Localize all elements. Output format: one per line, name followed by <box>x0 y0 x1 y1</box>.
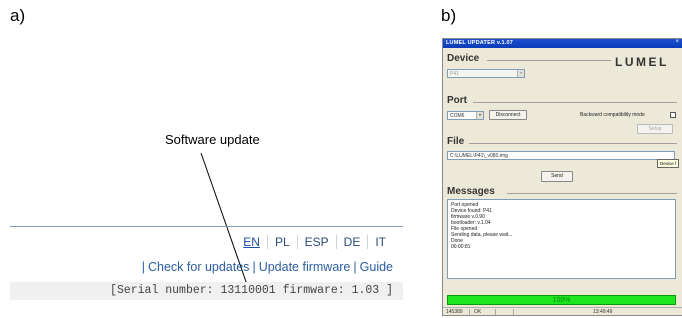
messages-log: Port opened Device found: P41 firmware v… <box>447 199 676 279</box>
port-heading: Port <box>447 95 467 106</box>
lang-en-link[interactable]: EN <box>236 235 267 249</box>
progress-label: 100% <box>552 297 571 304</box>
port-select[interactable]: COM6 ▾ <box>447 111 484 120</box>
check-updates-link[interactable]: Check for updates <box>148 260 249 274</box>
messages-heading: Messages <box>447 186 495 197</box>
panel-a-label: a) <box>10 6 26 25</box>
update-firmware-link[interactable]: Update firmware <box>259 260 351 274</box>
log-line: 00:00:81 <box>451 244 471 250</box>
progress-bar: 100% <box>447 295 676 305</box>
close-icon[interactable]: × <box>675 39 679 45</box>
serial-info-bar: [Serial number: 13110001 firmware: 1.03 … <box>10 282 403 300</box>
lang-de-link[interactable]: DE <box>335 235 368 249</box>
send-button[interactable]: Send <box>541 171 573 182</box>
status-divider <box>495 309 496 315</box>
status-time: 13:49:49 <box>593 309 613 315</box>
software-update-callout: Software update <box>165 132 260 147</box>
status-divider <box>513 309 514 315</box>
chevron-down-icon: ▾ <box>476 112 483 119</box>
header-divider <box>10 226 403 227</box>
status-bar: 145389 OK 13:49:49 <box>443 307 682 315</box>
file-path-input[interactable]: C:\LUMEL\P41\_v080.img <box>447 151 675 160</box>
status-ok: OK <box>474 309 482 315</box>
lumel-logo: LUMEL <box>615 55 669 69</box>
website-header-crop: EN PL ESP DE IT | Check for updates | Updat… <box>10 226 403 318</box>
language-selector: EN PL ESP DE IT <box>236 235 393 249</box>
chevron-down-icon: ▾ <box>517 70 524 77</box>
file-heading: File <box>447 136 465 147</box>
lang-esp-link[interactable]: ESP <box>296 235 336 249</box>
device-tooltip: Device f <box>657 159 680 168</box>
status-serial: 145389 <box>446 309 463 315</box>
file-divider <box>469 143 677 144</box>
messages-divider <box>507 193 677 194</box>
lang-it-link[interactable]: IT <box>367 235 393 249</box>
window-title: LUMEL UPDATER v.1.07 <box>446 40 513 46</box>
backward-compat-checkbox[interactable] <box>670 112 676 118</box>
device-divider <box>487 60 611 61</box>
device-heading: Device <box>447 53 480 64</box>
window-titlebar: LUMEL UPDATER v.1.07 × <box>443 39 682 48</box>
setup-button[interactable]: Setup <box>637 124 673 134</box>
updater-window: LUMEL UPDATER v.1.07 × Device LUMEL P41 … <box>442 38 682 316</box>
status-divider <box>469 309 470 315</box>
device-select[interactable]: P41 ▾ <box>447 69 525 78</box>
panel-b-label: b) <box>441 6 457 25</box>
guide-link[interactable]: Guide <box>360 260 393 274</box>
disconnect-button[interactable]: Disconnect <box>489 110 527 120</box>
backward-compat-label: Backward compatibility mode <box>580 112 645 118</box>
software-links: | Check for updates | Update firmware | Guide <box>141 260 393 274</box>
port-divider <box>473 102 677 103</box>
serial-info-text: [Serial number: 13110001 firmware: 1.03 … <box>110 284 393 297</box>
lang-pl-link[interactable]: PL <box>266 235 297 249</box>
